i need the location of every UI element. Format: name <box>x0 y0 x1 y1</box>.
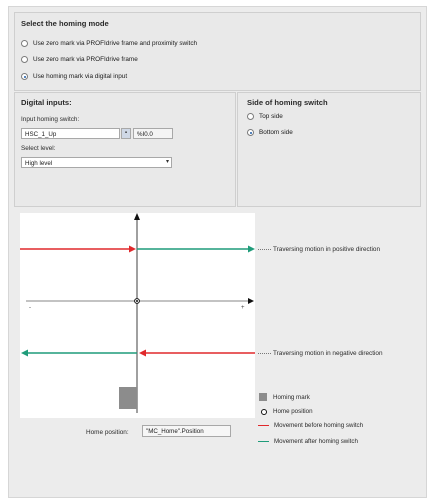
legend-after: Movement after homing switch <box>258 438 358 445</box>
browse-icon: ▪ <box>124 130 128 136</box>
homing-mode-title: Select the homing mode <box>21 19 109 28</box>
homing-mark-swatch <box>259 393 267 401</box>
radio-button[interactable] <box>21 40 28 47</box>
mode-option-label: Use homing mark via digital input <box>33 73 128 80</box>
side-option-label: Bottom side <box>259 129 293 136</box>
digital-inputs-section: Digital inputs: Input homing switch: HSC… <box>14 92 236 207</box>
legend-label: Homing mark <box>273 393 310 401</box>
radio-button[interactable] <box>21 56 28 63</box>
mode-option-label: Use zero mark via PROFIdrive frame <box>33 56 138 63</box>
negative-after-arrow <box>21 349 28 357</box>
horizontal-axis-arrow <box>248 298 254 304</box>
select-level-label: Select level: <box>21 145 56 152</box>
side-option-label: Top side <box>259 113 283 120</box>
digital-inputs-title: Digital inputs: <box>21 98 72 107</box>
switch-side-section: Side of homing switch Top side Bottom si… <box>237 92 421 207</box>
legend-label: Movement before homing switch <box>274 422 364 429</box>
homing-switch-address: %I0.0 <box>133 128 173 139</box>
positive-direction-label: Traversing motion in positive direction <box>273 246 381 253</box>
negative-before-arrow <box>139 349 146 357</box>
plus-tick-label: + <box>241 305 245 311</box>
vertical-axis-arrow <box>134 213 140 220</box>
homing-diagram: - + <box>20 213 255 418</box>
negative-direction-label: Traversing motion in negative direction <box>273 350 383 357</box>
green-line-swatch <box>258 440 269 443</box>
mode-option-zero-mark-proximity[interactable]: Use zero mark via PROFIdrive frame and p… <box>21 40 197 47</box>
radio-button-selected[interactable] <box>21 73 28 80</box>
positive-leader-line <box>258 249 271 250</box>
negative-leader-line <box>258 353 271 354</box>
browse-input-button[interactable]: ▪ <box>121 128 131 139</box>
mode-option-digital-input[interactable]: Use homing mark via digital input <box>21 73 127 80</box>
side-option-bottom[interactable]: Bottom side <box>247 129 293 136</box>
home-position-field: "MC_Home".Position <box>142 425 231 437</box>
level-select[interactable]: High level <box>21 157 172 168</box>
positive-before-arrow <box>129 245 136 253</box>
positive-after-arrow <box>248 245 255 253</box>
legend-before: Movement before homing switch <box>258 422 363 429</box>
mode-option-label: Use zero mark via PROFIdrive frame and p… <box>33 40 198 47</box>
switch-side-title: Side of homing switch <box>247 98 328 107</box>
chevron-down-icon: ▾ <box>165 159 169 165</box>
legend-home-position: Home position <box>261 408 313 415</box>
side-option-top[interactable]: Top side <box>247 113 283 120</box>
homing-mode-section: Select the homing mode Use zero mark via… <box>14 12 421 91</box>
red-line-swatch <box>258 424 269 427</box>
radio-button[interactable] <box>247 113 254 120</box>
homing-switch-input[interactable]: HSC_1_Up <box>21 128 120 139</box>
input-homing-switch-label: Input homing switch: <box>21 116 80 123</box>
legend-label: Home position <box>273 408 313 415</box>
radio-button-selected[interactable] <box>247 129 254 136</box>
homing-mark <box>119 387 137 409</box>
legend-homing-mark: Homing mark <box>259 393 310 401</box>
level-dropdown-button[interactable]: ▾ <box>163 158 172 167</box>
minus-tick-label: - <box>29 305 31 311</box>
home-position-icon <box>261 408 267 415</box>
mode-option-zero-mark[interactable]: Use zero mark via PROFIdrive frame <box>21 56 138 63</box>
homing-diagram-svg: - + <box>20 213 255 413</box>
legend-label: Movement after homing switch <box>274 438 358 445</box>
home-position-label: Home position: <box>86 429 129 436</box>
